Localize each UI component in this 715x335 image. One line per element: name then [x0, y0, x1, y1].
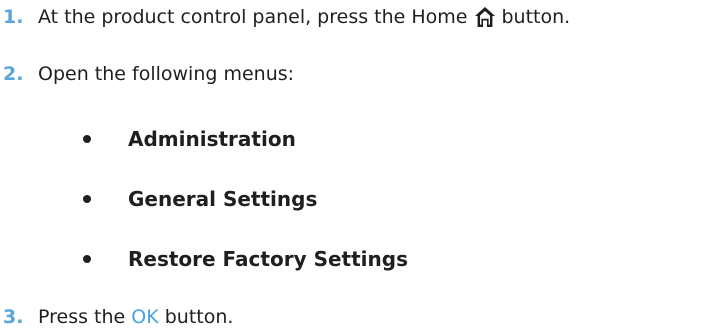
step-text: Press the OK button. — [38, 306, 233, 328]
menu-item-label: Administration — [128, 127, 296, 151]
bullet — [83, 255, 91, 263]
step-text-after: button. — [501, 6, 571, 28]
step-1: 1. At the product control panel, press t… — [0, 2, 570, 32]
menu-item-general-settings: General Settings — [0, 184, 317, 214]
step-number: 2. — [3, 63, 24, 85]
home-icon — [474, 6, 496, 28]
step-text: At the product control panel, press the … — [38, 6, 570, 28]
menu-item-label: General Settings — [128, 187, 318, 211]
step-text-before: At the product control panel, press the … — [38, 6, 468, 28]
step-text-after: button. — [164, 306, 234, 328]
bullet — [83, 135, 91, 143]
step-3: 3. Press the OK button. — [0, 302, 233, 332]
bullet — [83, 195, 91, 203]
step-text: Open the following menus: — [38, 63, 295, 85]
step-text-before: Press the — [38, 306, 126, 328]
ok-button-label: OK — [131, 306, 159, 328]
step-2: 2. Open the following menus: — [0, 59, 294, 89]
menu-item-restore-factory-settings: Restore Factory Settings — [0, 244, 408, 274]
menu-item-label: Restore Factory Settings — [128, 247, 408, 271]
step-number: 3. — [3, 306, 24, 328]
menu-item-administration: Administration — [0, 124, 296, 154]
step-number: 1. — [3, 6, 24, 28]
